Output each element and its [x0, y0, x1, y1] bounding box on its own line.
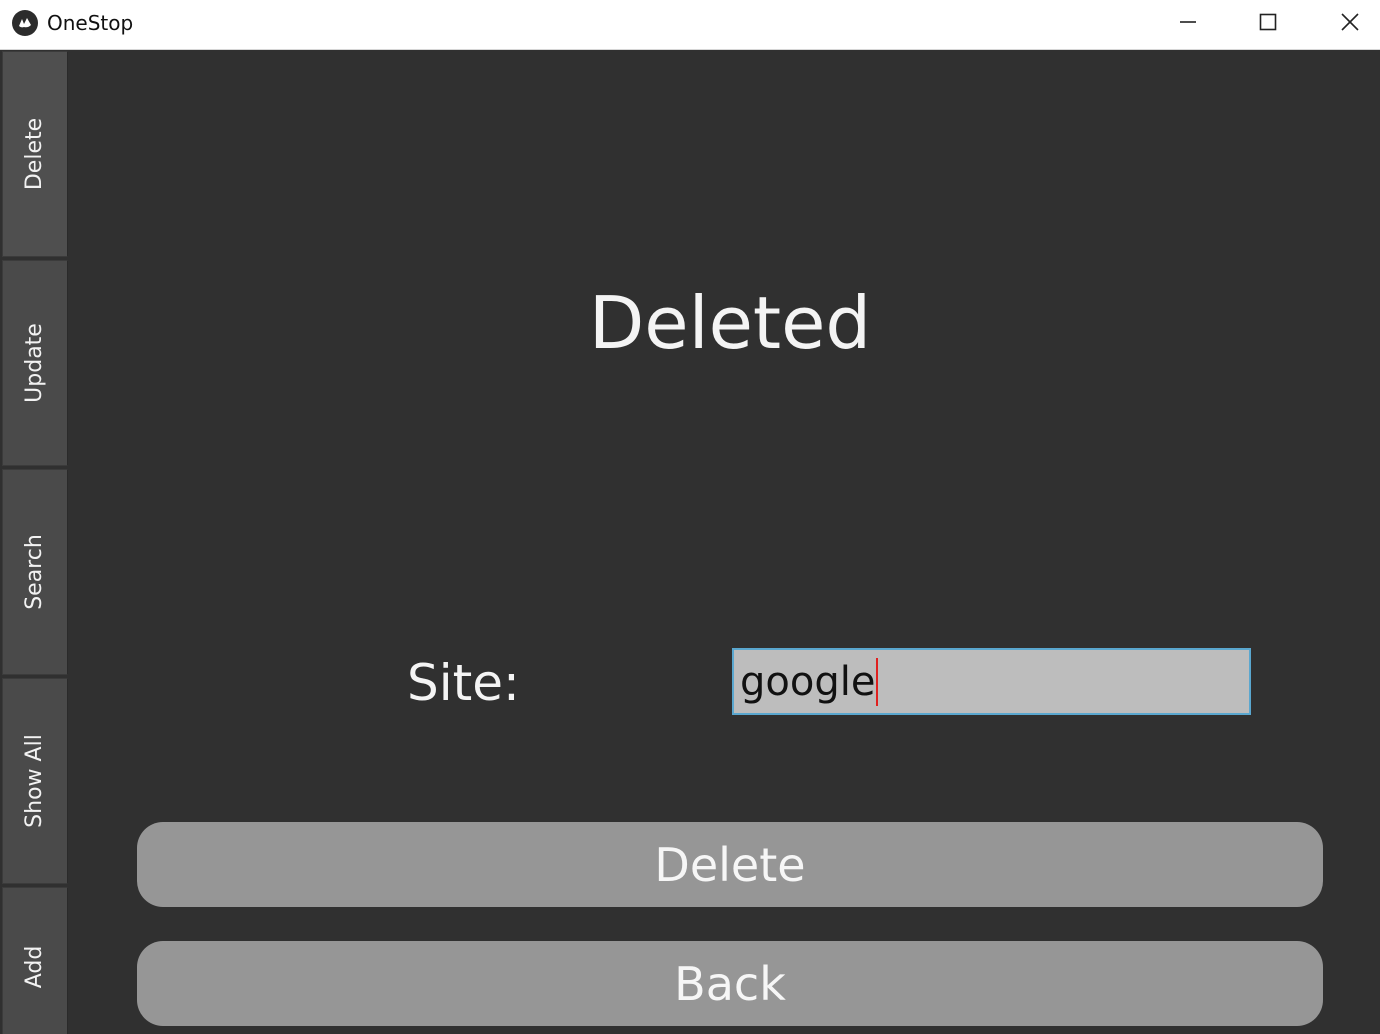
title-bar: OneStop — [0, 0, 1380, 50]
text-caret — [876, 657, 879, 706]
tab-search[interactable]: Search — [2, 469, 68, 675]
tab-label: Delete — [22, 117, 47, 191]
tab-update[interactable]: Update — [2, 260, 68, 466]
delete-button[interactable]: Delete — [137, 822, 1323, 907]
tab-add[interactable]: Add — [2, 887, 68, 1034]
close-icon — [1340, 12, 1360, 36]
tab-show-all[interactable]: Show All — [2, 678, 68, 884]
site-label: Site: — [407, 654, 520, 712]
site-input-value: google — [740, 658, 876, 705]
maximize-button[interactable] — [1228, 0, 1308, 48]
sidebar-tabs: Delete Update Search Show All Add — [0, 50, 69, 1034]
tab-label: Add — [22, 945, 47, 989]
tab-label: Update — [22, 323, 47, 403]
site-input[interactable]: google — [732, 648, 1251, 715]
tab-label: Show All — [22, 734, 47, 828]
main-content: Deleted Site: google Delete Back — [69, 50, 1380, 1034]
page-title: Deleted — [588, 281, 872, 365]
back-button[interactable]: Back — [137, 941, 1323, 1026]
maximize-icon — [1258, 12, 1278, 36]
kivy-logo-icon — [12, 10, 38, 36]
close-button[interactable] — [1310, 0, 1380, 48]
tab-delete[interactable]: Delete — [2, 51, 68, 257]
minimize-button[interactable] — [1148, 0, 1228, 48]
minimize-icon — [1178, 12, 1198, 36]
window-title: OneStop — [47, 11, 134, 35]
tab-label: Search — [22, 534, 47, 610]
app-window: OneStop Delete Update Search Show All Ad… — [0, 0, 1380, 1034]
